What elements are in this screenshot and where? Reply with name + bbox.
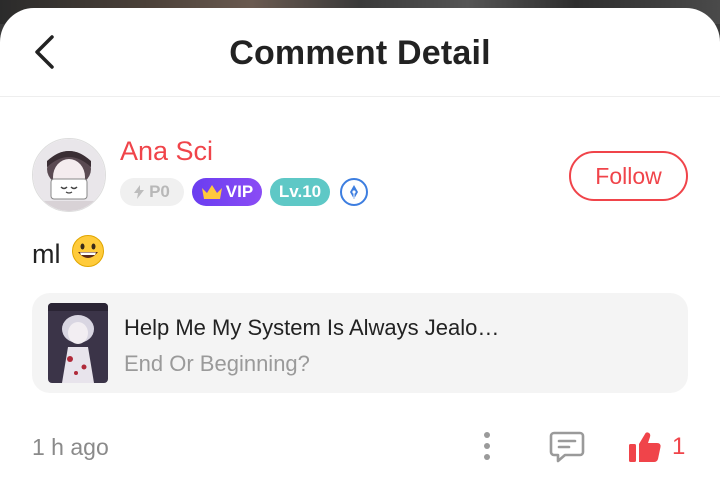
pen-badge <box>340 178 368 206</box>
more-options-button[interactable] <box>474 428 500 464</box>
username[interactable]: Ana Sci <box>120 136 213 167</box>
reply-button[interactable] <box>546 426 588 468</box>
page-title: Comment Detail <box>229 34 491 72</box>
more-vertical-icon <box>484 432 490 460</box>
grinning-emoji-icon <box>71 234 105 275</box>
thumbs-up-icon <box>629 432 661 462</box>
comment-body: ml <box>32 239 61 269</box>
header: Comment Detail <box>0 8 720 97</box>
comment-bubble-icon <box>549 431 585 463</box>
power-badge-label: P0 <box>149 182 170 201</box>
like-button[interactable]: 1 <box>628 426 698 468</box>
book-chapter: End Or Beginning? <box>124 351 310 376</box>
follow-button[interactable]: Follow <box>569 151 688 201</box>
crown-icon <box>201 185 222 199</box>
comment-detail-sheet: Comment Detail Ana Sci P0 VIP Lv.10 Foll… <box>0 8 720 488</box>
like-count: 1 <box>672 433 686 460</box>
level-badge: Lv.10 <box>270 178 330 206</box>
pen-nib-icon <box>350 185 358 199</box>
power-badge: P0 <box>120 178 184 206</box>
book-card[interactable]: Help Me My System Is Always Jealo… End O… <box>32 293 688 393</box>
avatar[interactable] <box>32 138 106 212</box>
vip-badge-label: VIP <box>225 182 254 201</box>
avatar-image <box>33 139 105 211</box>
book-cover <box>48 303 108 383</box>
vip-badge: VIP <box>192 178 262 206</box>
book-cover-image <box>48 303 108 383</box>
comment-timestamp: 1 h ago <box>32 434 109 460</box>
lightning-icon <box>134 185 145 199</box>
book-title: Help Me My System Is Always Jealo… <box>124 315 500 340</box>
comment-text: ml <box>32 234 105 275</box>
